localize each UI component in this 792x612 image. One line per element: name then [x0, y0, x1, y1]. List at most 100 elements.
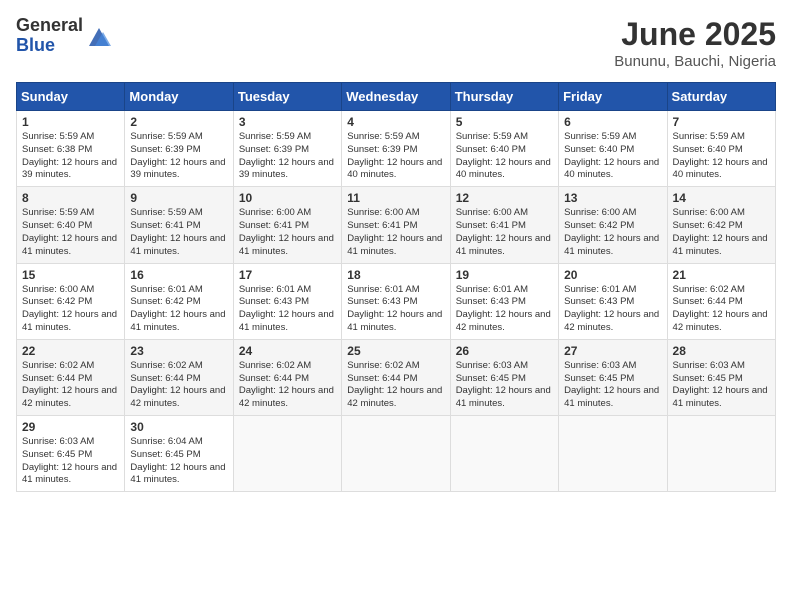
calendar-cell: 4 Sunrise: 5:59 AMSunset: 6:39 PMDaylight…: [342, 111, 450, 187]
title-block: June 2025 Bununu, Bauchi, Nigeria: [614, 16, 776, 70]
calendar-week-4: 22 Sunrise: 6:02 AMSunset: 6:44 PMDayligh…: [17, 339, 776, 415]
calendar-cell: 26Sunrise: 6:03 AMSunset: 6:45 PMDayligh…: [450, 339, 558, 415]
calendar-cell: 7 Sunrise: 5:59 AMSunset: 6:40 PMDaylight…: [667, 111, 775, 187]
day-info: Sunrise: 6:03 AMSunset: 6:45 PMDaylight:…: [22, 436, 119, 487]
calendar-cell: 20 Sunrise: 6:01 AMSunset: 6:43 PMDayligh…: [559, 263, 667, 339]
day-info: Sunrise: 5:59 AMSunset: 6:40 PMDaylight:…: [456, 131, 553, 182]
calendar-cell: 28Sunrise: 6:03 AMSunset: 6:45 PMDayligh…: [667, 339, 775, 415]
day-number: 23: [130, 344, 227, 358]
calendar-cell: [233, 416, 341, 492]
calendar-cell: 12Sunrise: 6:00 AMSunset: 6:41 PMDayligh…: [450, 187, 558, 263]
calendar-cell: 25 Sunrise: 6:02 AMSunset: 6:44 PMDayligh…: [342, 339, 450, 415]
location: Bununu, Bauchi, Nigeria: [614, 53, 776, 70]
day-number: 25: [347, 344, 444, 358]
month-title: June 2025: [614, 16, 776, 53]
day-info: Sunrise: 6:01 AMSunset: 6:42 PMDaylight:…: [130, 284, 227, 335]
day-number: 2: [130, 115, 227, 129]
calendar-week-5: 29 Sunrise: 6:03 AMSunset: 6:45 PMDayligh…: [17, 416, 776, 492]
page-header: General Blue June 2025 Bununu, Bauchi, N…: [16, 16, 776, 70]
calendar-cell: 3Sunrise: 5:59 AMSunset: 6:39 PMDaylight…: [233, 111, 341, 187]
header-row: SundayMondayTuesdayWednesdayThursdayFrid…: [17, 83, 776, 111]
day-info: Sunrise: 6:00 AMSunset: 6:42 PMDaylight:…: [22, 284, 119, 335]
day-info: Sunrise: 6:02 AMSunset: 6:44 PMDaylight:…: [347, 360, 444, 411]
day-info: Sunrise: 6:01 AMSunset: 6:43 PMDaylight:…: [347, 284, 444, 335]
day-number: 27: [564, 344, 661, 358]
calendar-cell: 6Sunrise: 5:59 AMSunset: 6:40 PMDaylight…: [559, 111, 667, 187]
calendar-table: SundayMondayTuesdayWednesdayThursdayFrid…: [16, 82, 776, 492]
calendar-cell: 2 Sunrise: 5:59 AMSunset: 6:39 PMDaylight…: [125, 111, 233, 187]
day-info: Sunrise: 5:59 AMSunset: 6:40 PMDaylight:…: [673, 131, 770, 182]
day-info: Sunrise: 5:59 AMSunset: 6:40 PMDaylight:…: [22, 207, 119, 258]
day-number: 22: [22, 344, 119, 358]
calendar-cell: 21 Sunrise: 6:02 AMSunset: 6:44 PMDayligh…: [667, 263, 775, 339]
header-day-sunday: Sunday: [17, 83, 125, 111]
header-day-friday: Friday: [559, 83, 667, 111]
calendar-cell: 23 Sunrise: 6:02 AMSunset: 6:44 PMDayligh…: [125, 339, 233, 415]
day-info: Sunrise: 6:02 AMSunset: 6:44 PMDaylight:…: [673, 284, 770, 335]
day-info: Sunrise: 5:59 AMSunset: 6:38 PMDaylight:…: [22, 131, 119, 182]
calendar-cell: 11Sunrise: 6:00 AMSunset: 6:41 PMDayligh…: [342, 187, 450, 263]
day-number: 19: [456, 268, 553, 282]
calendar-cell: 22Sunrise: 6:02 AMSunset: 6:44 PMDayligh…: [17, 339, 125, 415]
logo-blue-text: Blue: [16, 36, 83, 56]
header-day-tuesday: Tuesday: [233, 83, 341, 111]
calendar-cell: 19Sunrise: 6:01 AMSunset: 6:43 PMDayligh…: [450, 263, 558, 339]
day-info: Sunrise: 6:00 AMSunset: 6:42 PMDaylight:…: [673, 207, 770, 258]
day-number: 17: [239, 268, 336, 282]
day-info: Sunrise: 5:59 AMSunset: 6:39 PMDaylight:…: [239, 131, 336, 182]
header-day-saturday: Saturday: [667, 83, 775, 111]
day-number: 8: [22, 191, 119, 205]
header-day-monday: Monday: [125, 83, 233, 111]
day-number: 15: [22, 268, 119, 282]
day-info: Sunrise: 5:59 AMSunset: 6:39 PMDaylight:…: [130, 131, 227, 182]
day-number: 14: [673, 191, 770, 205]
logo: General Blue: [16, 16, 113, 56]
calendar-cell: 10Sunrise: 6:00 AMSunset: 6:41 PMDayligh…: [233, 187, 341, 263]
day-info: Sunrise: 5:59 AMSunset: 6:40 PMDaylight:…: [564, 131, 661, 182]
day-info: Sunrise: 6:00 AMSunset: 6:42 PMDaylight:…: [564, 207, 661, 258]
day-number: 29: [22, 420, 119, 434]
day-info: Sunrise: 6:02 AMSunset: 6:44 PMDaylight:…: [130, 360, 227, 411]
calendar-week-3: 15 Sunrise: 6:00 AMSunset: 6:42 PMDayligh…: [17, 263, 776, 339]
day-number: 24: [239, 344, 336, 358]
day-number: 13: [564, 191, 661, 205]
day-number: 9: [130, 191, 227, 205]
day-info: Sunrise: 6:03 AMSunset: 6:45 PMDaylight:…: [456, 360, 553, 411]
day-number: 4: [347, 115, 444, 129]
logo-general-text: General: [16, 16, 83, 36]
calendar-cell: 16 Sunrise: 6:01 AMSunset: 6:42 PMDayligh…: [125, 263, 233, 339]
calendar-week-1: 1Sunrise: 5:59 AMSunset: 6:38 PMDaylight…: [17, 111, 776, 187]
day-number: 7: [673, 115, 770, 129]
day-number: 28: [673, 344, 770, 358]
calendar-cell: 27 Sunrise: 6:03 AMSunset: 6:45 PMDayligh…: [559, 339, 667, 415]
calendar-cell: 17 Sunrise: 6:01 AMSunset: 6:43 PMDayligh…: [233, 263, 341, 339]
calendar-cell: 14 Sunrise: 6:00 AMSunset: 6:42 PMDayligh…: [667, 187, 775, 263]
calendar-cell: 24 Sunrise: 6:02 AMSunset: 6:44 PMDayligh…: [233, 339, 341, 415]
day-info: Sunrise: 6:00 AMSunset: 6:41 PMDaylight:…: [456, 207, 553, 258]
day-info: Sunrise: 6:01 AMSunset: 6:43 PMDaylight:…: [564, 284, 661, 335]
calendar-cell: 8 Sunrise: 5:59 AMSunset: 6:40 PMDaylight…: [17, 187, 125, 263]
calendar-week-2: 8 Sunrise: 5:59 AMSunset: 6:40 PMDaylight…: [17, 187, 776, 263]
calendar-cell: 5Sunrise: 5:59 AMSunset: 6:40 PMDaylight…: [450, 111, 558, 187]
day-info: Sunrise: 6:00 AMSunset: 6:41 PMDaylight:…: [239, 207, 336, 258]
calendar-header: SundayMondayTuesdayWednesdayThursdayFrid…: [17, 83, 776, 111]
day-info: Sunrise: 6:02 AMSunset: 6:44 PMDaylight:…: [239, 360, 336, 411]
day-number: 11: [347, 191, 444, 205]
calendar-cell: 18Sunrise: 6:01 AMSunset: 6:43 PMDayligh…: [342, 263, 450, 339]
day-number: 20: [564, 268, 661, 282]
calendar-cell: [450, 416, 558, 492]
calendar-cell: 9Sunrise: 5:59 AMSunset: 6:41 PMDaylight…: [125, 187, 233, 263]
day-info: Sunrise: 5:59 AMSunset: 6:39 PMDaylight:…: [347, 131, 444, 182]
calendar-cell: [559, 416, 667, 492]
calendar-cell: 13 Sunrise: 6:00 AMSunset: 6:42 PMDayligh…: [559, 187, 667, 263]
day-number: 21: [673, 268, 770, 282]
header-day-thursday: Thursday: [450, 83, 558, 111]
day-info: Sunrise: 6:01 AMSunset: 6:43 PMDaylight:…: [239, 284, 336, 335]
calendar-cell: 29 Sunrise: 6:03 AMSunset: 6:45 PMDayligh…: [17, 416, 125, 492]
calendar-cell: 1Sunrise: 5:59 AMSunset: 6:38 PMDaylight…: [17, 111, 125, 187]
calendar-cell: 15 Sunrise: 6:00 AMSunset: 6:42 PMDayligh…: [17, 263, 125, 339]
calendar-body: 1Sunrise: 5:59 AMSunset: 6:38 PMDaylight…: [17, 111, 776, 492]
day-info: Sunrise: 6:04 AMSunset: 6:45 PMDaylight:…: [130, 436, 227, 487]
day-number: 16: [130, 268, 227, 282]
day-info: Sunrise: 6:03 AMSunset: 6:45 PMDaylight:…: [564, 360, 661, 411]
